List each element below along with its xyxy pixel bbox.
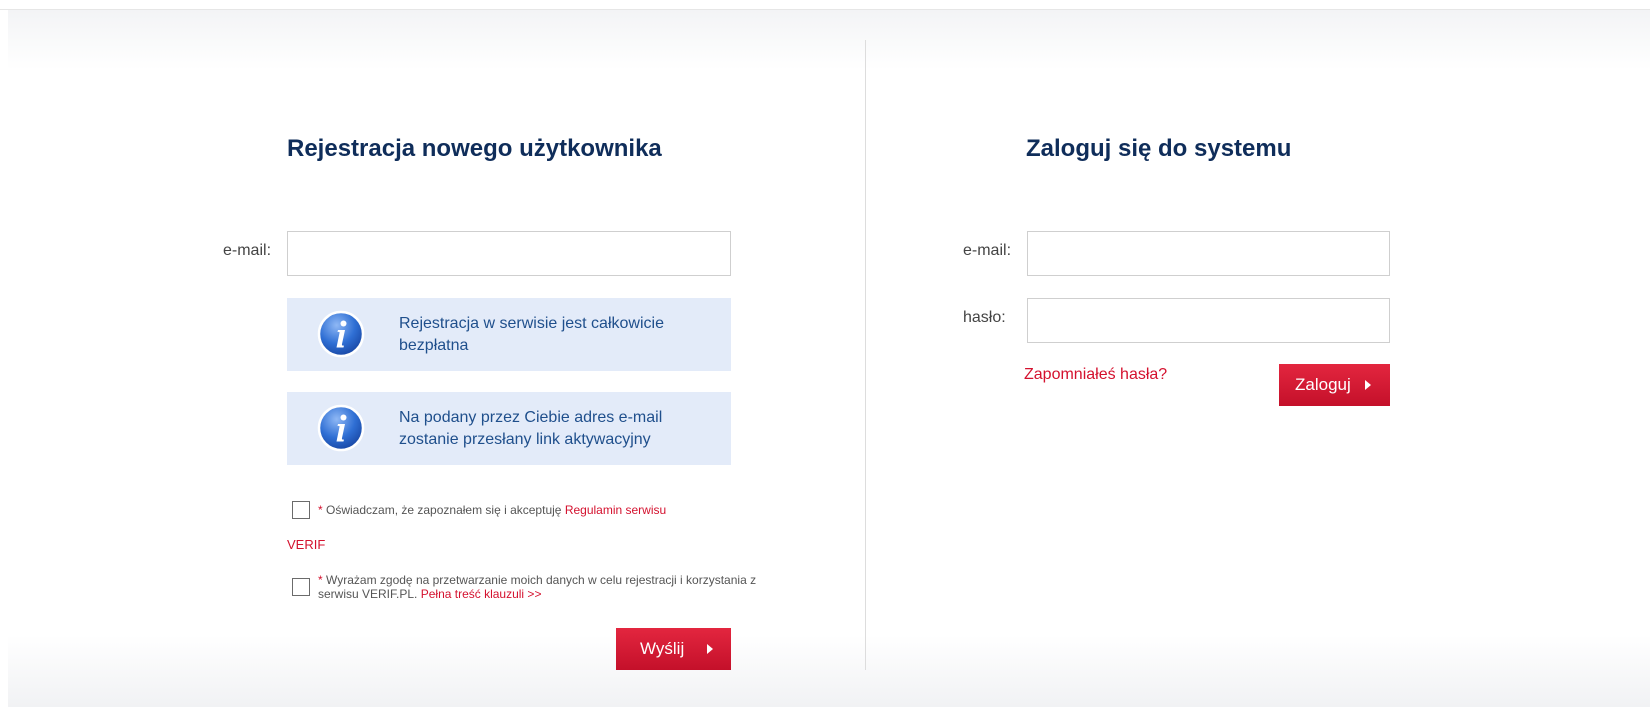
consent-clause-link[interactable]: Pełna treść klauzuli >> — [421, 587, 542, 601]
registration-title: Rejestracja nowego użytkownika — [287, 135, 662, 162]
login-button-label: Zaloguj — [1295, 375, 1351, 394]
consent-checkbox[interactable] — [292, 578, 310, 596]
consent-text: * Wyrażam zgodę na przetwarzanie moich d… — [318, 573, 768, 601]
terms-statement: Oświadczam, że zapoznałem się i akceptuj… — [326, 503, 562, 517]
login-email-label: e-mail: — [963, 242, 1012, 259]
required-mark: * — [318, 503, 323, 517]
terms-link[interactable]: Regulamin serwisu — [565, 503, 666, 517]
login-button[interactable]: Zaloguj — [1279, 364, 1390, 406]
send-button-label: Wyślij — [640, 639, 685, 658]
login-title: Zaloguj się do systemu — [1026, 135, 1292, 162]
forgot-password-link[interactable]: Zapomniałeś hasła? — [1024, 366, 1167, 384]
caret-right-icon — [1365, 380, 1371, 390]
info-text-activation: Na podany przez Ciebie adres e-mail zost… — [399, 409, 663, 448]
page: Rejestracja nowego użytkownika e-mail: R… — [0, 0, 1650, 707]
header-gradient — [8, 10, 1650, 70]
column-divider — [865, 40, 866, 670]
info-box-free: Rejestracja w serwisie jest całkowicie b… — [287, 298, 731, 371]
required-mark: * — [318, 573, 323, 587]
info-icon — [317, 404, 365, 452]
login-password-input[interactable] — [1027, 298, 1390, 343]
info-text-free: Rejestracja w serwisie jest całkowicie b… — [399, 315, 664, 354]
info-box-activation: Na podany przez Ciebie adres e-mail zost… — [287, 392, 731, 465]
footer-gradient — [8, 635, 1650, 707]
terms-link-continuation[interactable]: VERIF — [287, 537, 325, 552]
terms-checkbox[interactable] — [292, 501, 310, 519]
caret-right-icon — [707, 644, 713, 654]
login-password-label: hasło: — [963, 309, 1006, 326]
terms-text: * Oświadczam, że zapoznałem się i akcept… — [318, 503, 758, 517]
send-button[interactable]: Wyślij — [616, 628, 731, 670]
login-email-input[interactable] — [1027, 231, 1390, 276]
register-email-input[interactable] — [287, 231, 731, 276]
register-email-label: e-mail: — [223, 242, 272, 259]
info-icon — [317, 310, 365, 358]
